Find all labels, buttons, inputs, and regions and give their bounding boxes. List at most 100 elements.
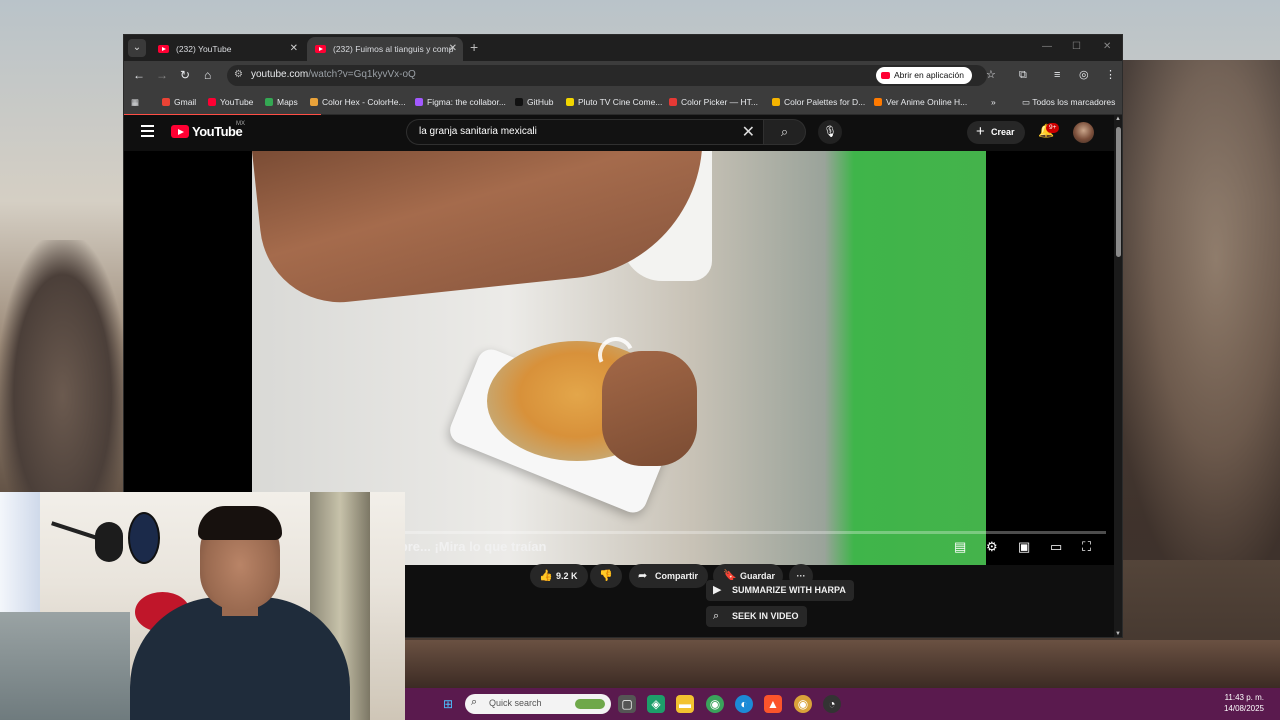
- quick-search-box[interactable]: ⌕ Quick search: [465, 694, 611, 714]
- file-explorer-icon[interactable]: ▬: [676, 695, 694, 713]
- close-tab-icon[interactable]: ✕: [290, 37, 298, 61]
- clear-search-icon[interactable]: ✕: [742, 122, 755, 142]
- desktop-wallpaper-left: [0, 240, 125, 500]
- forward-button[interactable]: →: [156, 68, 168, 82]
- extensions-icon[interactable]: ⧉: [1019, 68, 1027, 82]
- settings-gear-icon[interactable]: ⚙: [986, 539, 998, 555]
- harpa-seek-button[interactable]: ⌕ SEEK IN VIDEO: [706, 606, 807, 627]
- scroll-down-arrow-icon[interactable]: ▼: [1115, 631, 1121, 637]
- search-highlight-icon: [575, 699, 605, 709]
- maximize-button[interactable]: ☐: [1072, 35, 1081, 59]
- like-count: 9.2 K: [556, 571, 578, 581]
- profile-icon[interactable]: ◎: [1079, 68, 1089, 82]
- bookmark-gmail[interactable]: Gmail: [162, 90, 196, 114]
- bookmarks-bar: ▦ Gmail YouTube Maps Color Hex - ColorHe…: [124, 90, 1122, 115]
- sofa: [0, 612, 130, 720]
- miniplayer-icon[interactable]: ▣: [1018, 539, 1030, 555]
- back-button[interactable]: ←: [133, 68, 145, 82]
- plutotv-icon: [566, 98, 574, 106]
- bookmark-colorpalettes[interactable]: Color Palettes for D...: [772, 90, 865, 114]
- chrome-profile-icon[interactable]: ◉: [706, 695, 724, 713]
- task-view-icon[interactable]: ▢: [618, 695, 636, 713]
- tab-title: (232) YouTube: [176, 44, 232, 54]
- taskbar: ⊞ ⌕ Quick search ▢ ◈ ▬ ◉ ◐ ▲ ◉ ◔ 11:43 p…: [405, 688, 1280, 720]
- fullscreen-icon[interactable]: ⛶: [1082, 539, 1091, 555]
- theater-mode-icon[interactable]: ▭: [1050, 539, 1062, 555]
- dislike-button[interactable]: 👎: [590, 564, 622, 588]
- new-tab-button[interactable]: +: [470, 35, 478, 59]
- store-app-icon[interactable]: ◈: [647, 695, 665, 713]
- pop-filter: [128, 512, 160, 564]
- close-tab-icon[interactable]: ✕: [449, 37, 457, 61]
- bookmark-figma[interactable]: Figma: the collabor...: [415, 90, 506, 114]
- bookmarks-overflow-button[interactable]: »: [991, 90, 996, 114]
- hamburger-menu-icon[interactable]: [141, 125, 154, 137]
- apps-grid-icon[interactable]: ▦: [131, 90, 139, 114]
- bookmark-colorpicker[interactable]: Color Picker — HT...: [669, 90, 758, 114]
- clock-time: 11:43 p. m.: [1224, 693, 1264, 702]
- colorhex-icon: [310, 98, 318, 106]
- desktop-wallpaper-right: [1120, 60, 1280, 560]
- search-icon: ⌕: [713, 610, 720, 622]
- scroll-up-arrow-icon[interactable]: ▲: [1115, 116, 1121, 122]
- harpa-play-icon: ▶: [713, 584, 722, 596]
- share-button[interactable]: ➦ Compartir: [629, 564, 708, 588]
- desktop-wallpaper-bottom: [405, 640, 1280, 688]
- bookmark-github[interactable]: GitHub: [515, 90, 553, 114]
- brave-browser-icon[interactable]: ▲: [764, 695, 782, 713]
- create-button[interactable]: Crear: [967, 120, 1025, 144]
- youtube-logo-icon[interactable]: [171, 125, 189, 138]
- search-button[interactable]: ⌕: [763, 119, 806, 145]
- youtube-favicon-icon: [315, 45, 326, 53]
- bookmark-star-icon[interactable]: ☆: [986, 68, 996, 82]
- tab-search-button[interactable]: ⌄: [128, 39, 146, 57]
- bookmark-youtube[interactable]: YouTube: [208, 90, 253, 114]
- all-bookmarks-folder[interactable]: ▭ Todos los marcadores: [1022, 90, 1115, 114]
- system-clock[interactable]: 11:43 p. m. 14/08/2025: [1224, 692, 1264, 714]
- like-button[interactable]: 👍 9.2 K: [530, 564, 588, 588]
- youtube-favicon-icon: [158, 45, 169, 53]
- open-in-app-button[interactable]: Abrir en aplicación: [876, 67, 972, 84]
- minimize-button[interactable]: —: [1042, 35, 1052, 59]
- reload-button[interactable]: ↻: [180, 68, 190, 82]
- video-scene-arm: [252, 151, 717, 311]
- voice-search-button[interactable]: 🎙: [818, 120, 842, 144]
- harpa-seek-label: SEEK IN VIDEO: [732, 611, 799, 621]
- page-scrollbar[interactable]: ▲ ▼: [1114, 115, 1122, 637]
- microphone-icon: 🎙: [823, 126, 837, 138]
- search-input[interactable]: la granja sanitaria mexicali ✕: [406, 119, 763, 145]
- maps-icon: [265, 98, 273, 106]
- colorpicker-icon: [669, 98, 677, 106]
- media-control-icon[interactable]: ≡: [1054, 68, 1060, 82]
- menu-icon[interactable]: ⋮: [1105, 68, 1116, 82]
- edge-browser-icon[interactable]: ◐: [735, 695, 753, 713]
- tab-youtube-home[interactable]: (232) YouTube ✕: [150, 37, 304, 61]
- harpa-summarize-label: SUMMARIZE WITH HARPA: [732, 585, 846, 595]
- folder-icon: ▭: [1022, 97, 1033, 107]
- harpa-summarize-button[interactable]: ▶ SUMMARIZE WITH HARPA: [706, 580, 854, 601]
- obs-studio-icon[interactable]: ◔: [823, 695, 841, 713]
- webcam-overlay: [0, 492, 405, 720]
- tab-title: (232) Fuimos al tianguis y comp: [333, 44, 454, 54]
- scrollbar-thumb[interactable]: [1116, 127, 1121, 257]
- browser-toolbar: ← → ↻ ⌂ ⚙ youtube.com/watch?v=Gq1kyvVx-o…: [124, 61, 1122, 90]
- thumbs-up-icon: 👍: [539, 570, 553, 582]
- bookmark-colorhex[interactable]: Color Hex - ColorHe...: [310, 90, 406, 114]
- youtube-wordmark[interactable]: YouTube: [192, 124, 243, 139]
- avatar[interactable]: [1073, 122, 1094, 143]
- tab-video-active[interactable]: (232) Fuimos al tianguis y comp ✕: [307, 37, 463, 61]
- bookmark-anime[interactable]: Ver Anime Online H...: [874, 90, 967, 114]
- bookmark-maps[interactable]: Maps: [265, 90, 298, 114]
- close-window-button[interactable]: ✕: [1103, 35, 1111, 59]
- site-info-icon[interactable]: ⚙: [234, 69, 243, 80]
- subtitles-icon[interactable]: ▤: [954, 539, 966, 555]
- studio-microphone: [95, 522, 123, 562]
- address-bar[interactable]: ⚙ youtube.com/watch?v=Gq1kyvVx-oQ: [227, 65, 987, 86]
- search-query: la granja sanitaria mexicali: [419, 126, 537, 137]
- start-windows-icon[interactable]: ⊞: [439, 695, 457, 713]
- share-arrow-icon: ➦: [638, 570, 648, 582]
- chrome-browser-icon[interactable]: ◉: [794, 695, 812, 713]
- gmail-icon: [162, 98, 170, 106]
- home-button[interactable]: ⌂: [204, 68, 211, 82]
- bookmark-plutotv[interactable]: Pluto TV Cine Come...: [566, 90, 662, 114]
